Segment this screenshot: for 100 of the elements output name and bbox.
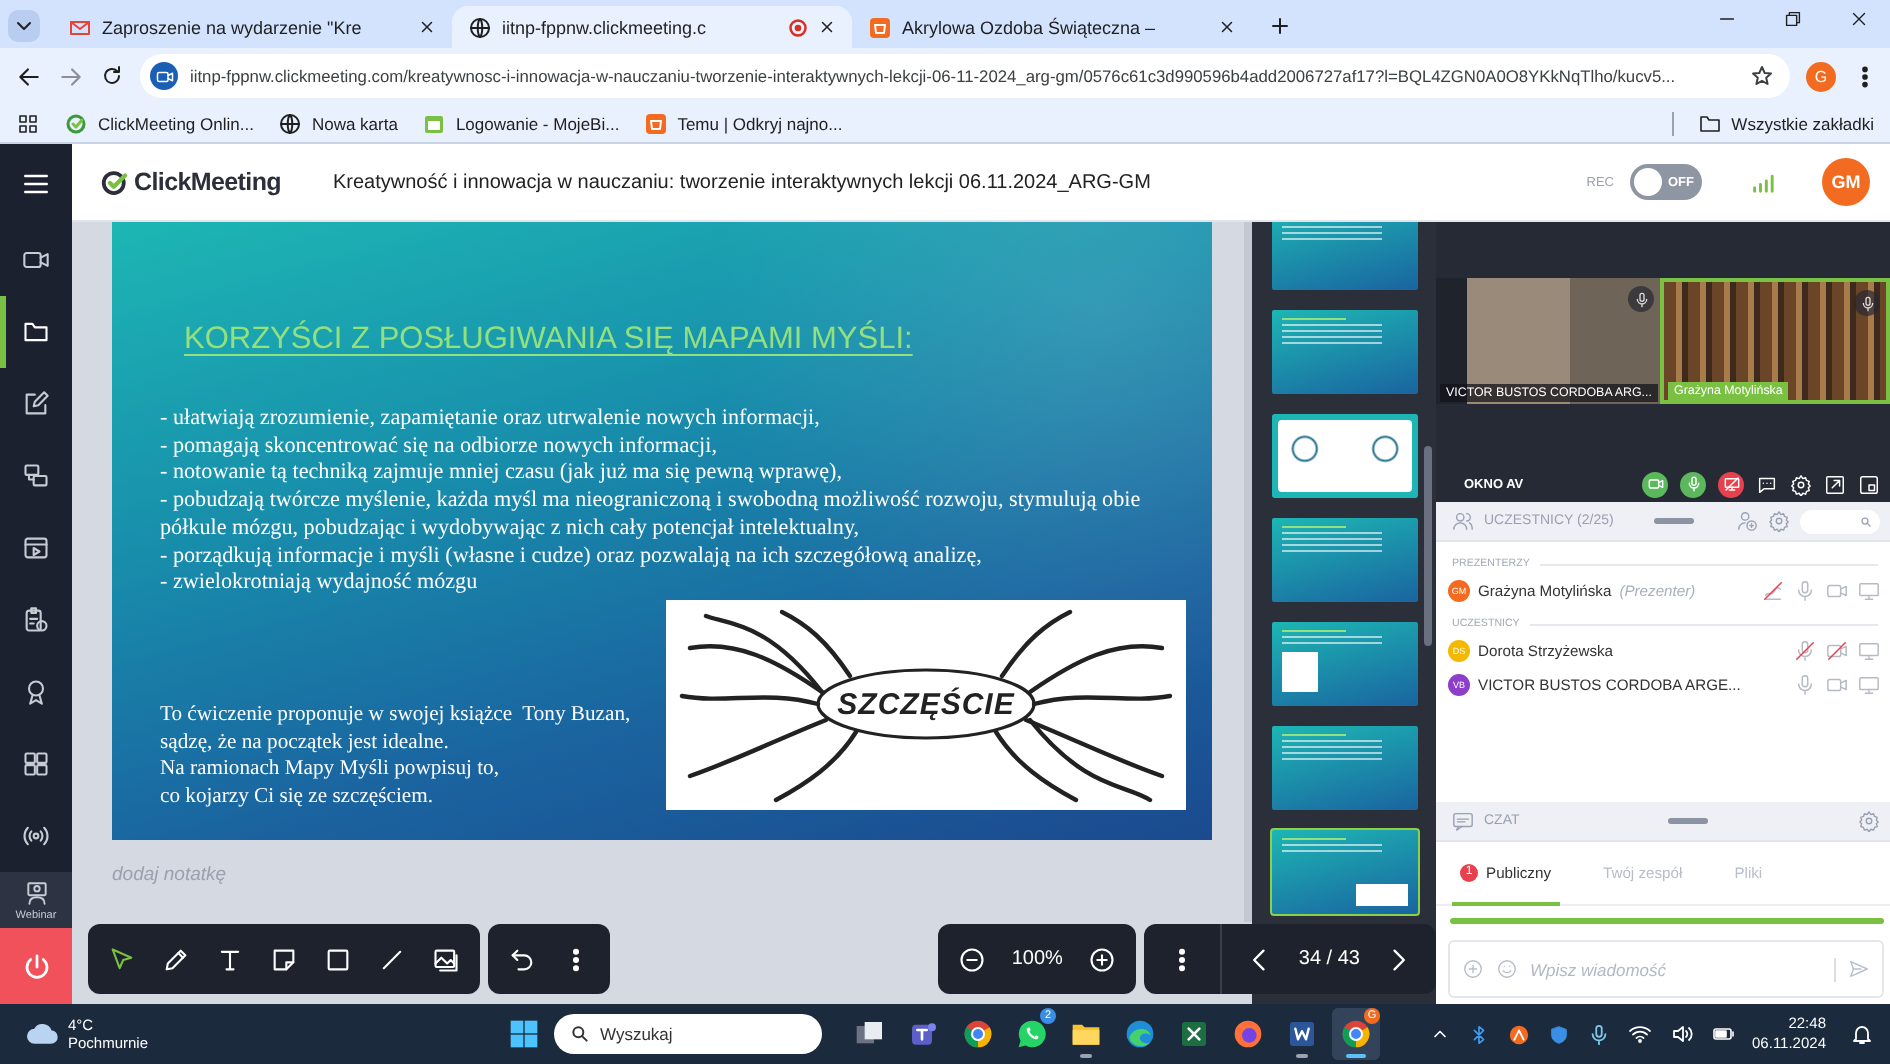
folder-icon xyxy=(22,318,50,346)
message-input[interactable]: Wpisz wiadomość xyxy=(1530,959,1822,979)
scrollbar-thumb[interactable] xyxy=(1424,446,1432,646)
browser-tab[interactable]: Zaproszenie na wydarzenie "Kre xyxy=(52,6,452,48)
sticky-note-icon[interactable] xyxy=(270,945,298,973)
expand-icon[interactable] xyxy=(1824,473,1846,495)
microphone-icon xyxy=(1859,295,1875,311)
meeting-title: Kreatywność i innowacja w nauczaniu: tworzenie interaktywnych lekcji 06.11.2024_ARG-GM xyxy=(333,171,1151,193)
broadcast-icon xyxy=(22,822,50,850)
pencil-icon[interactable] xyxy=(162,945,190,973)
running-indicator xyxy=(1296,1054,1308,1058)
caption-line: To ćwiczenie proponuje w swojej książce Tony Buzan, xyxy=(160,702,631,730)
pip-icon[interactable] xyxy=(1858,473,1880,495)
close-icon[interactable] xyxy=(818,18,836,36)
users-icon xyxy=(1452,510,1474,532)
search-field[interactable]: Wyszukaj xyxy=(554,1014,822,1054)
video-player-icon xyxy=(22,534,50,562)
slide-heading: KORZYŚCI Z POSŁUGIWANIA SIĘ MAPAMI MYŚLI: xyxy=(182,322,915,358)
search-icon xyxy=(570,1024,590,1044)
triangle-logo-icon[interactable] xyxy=(1508,1023,1531,1045)
round-logo-icon xyxy=(962,1018,994,1050)
caption-line: Na ramionach Mapy Myśli powpisuj to, xyxy=(160,756,501,784)
rectangle-tool-icon[interactable] xyxy=(324,945,352,973)
browser-tab[interactable]: Akrylowa Ozdoba Świąteczna – xyxy=(852,6,1252,48)
wifi-icon[interactable] xyxy=(1628,1022,1653,1046)
bookmark-link[interactable]: Temu | Odkryj najno... xyxy=(643,111,843,135)
drag-handle[interactable] xyxy=(1668,818,1709,824)
caption-line: sądzę, że na początek jest idealne. xyxy=(160,729,451,757)
people-logo-icon xyxy=(908,1018,940,1050)
bookmarks-folder[interactable]: Wszystkie zakładki xyxy=(1697,111,1874,135)
line-tool-icon[interactable] xyxy=(378,945,406,973)
map-center-label: SZCZĘŚCIE xyxy=(837,688,1015,722)
battery-icon[interactable] xyxy=(1712,1022,1737,1046)
new-tab-icon[interactable] xyxy=(1268,14,1292,38)
slide-thumbnail[interactable] xyxy=(1270,828,1420,916)
undo-icon[interactable] xyxy=(508,945,536,973)
start-icon[interactable] xyxy=(508,1018,540,1050)
monitor-icon xyxy=(1723,476,1739,492)
back-icon[interactable] xyxy=(16,63,42,89)
slide-thumbnail[interactable] xyxy=(1270,620,1420,708)
slide-thumbnail[interactable] xyxy=(1270,308,1420,396)
search-input[interactable]: Wyszukaj xyxy=(600,1024,806,1044)
pointer-tool-icon[interactable] xyxy=(108,945,136,973)
close-icon[interactable] xyxy=(1848,7,1870,29)
award-icon xyxy=(22,678,50,706)
slide-thumbnail[interactable] xyxy=(1270,222,1420,292)
apps-icon xyxy=(22,750,50,778)
leave-button[interactable] xyxy=(0,928,72,1004)
bookmark-link[interactable]: Nowa karta xyxy=(277,111,398,135)
image-icon[interactable] xyxy=(432,945,460,973)
bullet-text: - porządkują informacje i myśli (własne i cudze) oraz pozwalają na ich szczegółową analizę, xyxy=(160,543,984,571)
zoom-out-icon[interactable] xyxy=(957,945,986,973)
notifications-icon[interactable] xyxy=(1850,1022,1874,1046)
drag-handle[interactable] xyxy=(1654,518,1695,524)
chat-icon[interactable] xyxy=(1756,473,1778,495)
camera-toggle[interactable] xyxy=(1642,471,1668,497)
zoom-in-icon[interactable] xyxy=(1088,945,1117,973)
close-icon[interactable] xyxy=(418,18,436,36)
page-counter: 34 / 43 xyxy=(1298,948,1360,970)
volume-icon[interactable] xyxy=(1670,1022,1695,1046)
zoom-level: 100% xyxy=(1011,948,1063,970)
shield-icon[interactable] xyxy=(1548,1023,1571,1045)
bullet-text: - pomagają skoncentrować się na odbiorze nowych informacji, xyxy=(160,433,719,461)
camera-icon xyxy=(22,246,50,274)
apps-icon[interactable] xyxy=(16,111,40,135)
camera-icon xyxy=(1647,476,1663,492)
flame-logo-icon xyxy=(1232,1018,1264,1050)
slide-thumbnail[interactable] xyxy=(1270,516,1420,604)
bookmark-link[interactable]: Logowanie - MojeBi... xyxy=(421,111,620,135)
shop-icon xyxy=(868,15,892,39)
running-indicator xyxy=(1080,1054,1092,1058)
forward-icon[interactable] xyxy=(58,63,84,89)
reload-icon[interactable] xyxy=(100,64,124,88)
wave-logo-icon xyxy=(1124,1018,1156,1050)
address-bar[interactable]: iitnp-fppnw.clickmeeting.com/kreatywnosc-i-innowacja-w-nauczaniu-tworzenie-interaktywnych-lekcji-06-11-2024_arg-gm/0576c61c3d990596b4add2006727af17?l=BQL4ZGN0A0O8YKkNqTlho/kucv5... xyxy=(140,54,1790,98)
slide-thumbnail[interactable] xyxy=(1270,412,1420,500)
globe-icon xyxy=(277,111,302,135)
edit-icon xyxy=(22,390,50,418)
bookmark-link[interactable]: ClickMeeting Onlin... xyxy=(64,111,254,135)
browser-tab[interactable]: iitnp-fppnw.clickmeeting.c xyxy=(452,6,852,48)
slide-thumbnail[interactable] xyxy=(1270,724,1420,812)
microphone-icon xyxy=(1685,476,1701,492)
spreadsheet-icon xyxy=(1178,1018,1210,1050)
microphone-icon xyxy=(1633,291,1649,307)
microphone-toggle[interactable] xyxy=(1680,471,1706,497)
restore-icon[interactable] xyxy=(1782,7,1804,29)
bookmark-star-icon[interactable] xyxy=(1750,64,1774,88)
search-field[interactable] xyxy=(1800,509,1880,533)
mail-icon xyxy=(68,15,92,39)
screens-icon xyxy=(22,462,50,490)
microphone-icon[interactable] xyxy=(1588,1023,1611,1045)
bullet-text: - notowanie tą techniką zajmuje mniej czasu (jak już ma się pewną wprawę), xyxy=(160,460,844,489)
text-tool-icon[interactable] xyxy=(216,945,244,973)
dropdown-icon[interactable] xyxy=(8,10,40,42)
shop-icon xyxy=(643,111,668,135)
round-logo-icon xyxy=(1340,1018,1372,1050)
presenter-icon xyxy=(23,879,49,905)
close-icon[interactable] xyxy=(1218,18,1236,36)
screen-share-toggle[interactable] xyxy=(1718,471,1744,497)
bullet-text: - ułatwiają zrozumienie, zapamiętanie oraz utrwalenie nowych informacji, xyxy=(160,406,822,434)
